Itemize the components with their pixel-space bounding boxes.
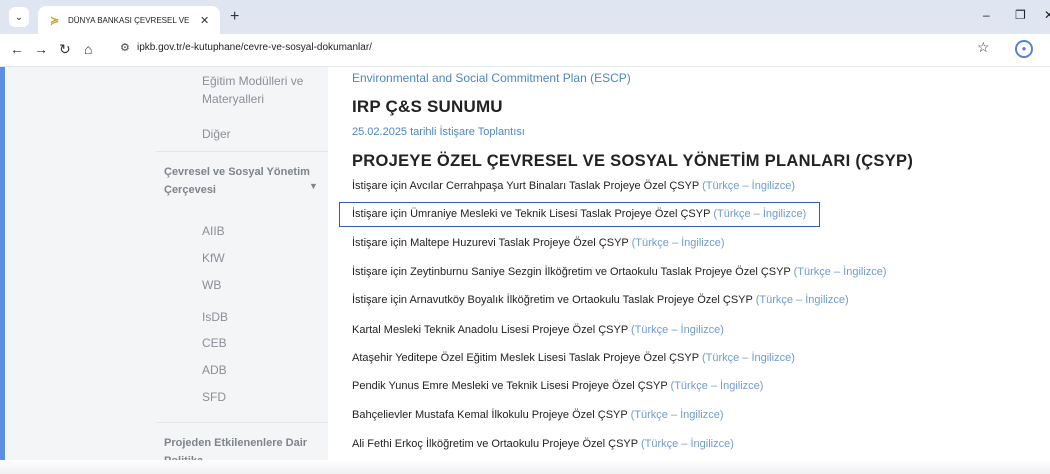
web-page: Eğitim Modülleri ve Materyalleri Diğer Ç…: [0, 67, 1050, 474]
language-links[interactable]: (Türkçe – İngilizce): [632, 237, 725, 249]
document-row: İstişare için Arnavutköy Boyalık İlköğre…: [352, 294, 849, 306]
highlighted-row-outline: [339, 202, 820, 227]
sidebar-item-egitim-line1[interactable]: Eğitim Modülleri ve: [202, 74, 303, 88]
new-tab-button[interactable]: +: [230, 8, 239, 26]
sidebar-item-wb[interactable]: WB: [202, 278, 221, 292]
page-bottom-fade: [0, 460, 1050, 474]
restore-icon[interactable]: ❐: [1015, 8, 1026, 22]
language-links[interactable]: (Türkçe – İngilizce): [702, 352, 795, 364]
sidebar-item-egitim-line2[interactable]: Materyalleri: [202, 92, 264, 106]
document-row: Bahçelievler Mustafa Kemal İlkokulu Proj…: [352, 409, 724, 421]
document-title: İstişare için Zeytinburnu Saniye Sezgin …: [352, 266, 791, 278]
back-arrow-icon[interactable]: ←: [10, 41, 24, 57]
sidebar-item-isdb[interactable]: IsDB: [202, 310, 228, 324]
sidebar-item-aiib[interactable]: AIIB: [202, 224, 225, 238]
home-icon[interactable]: ⌂: [84, 41, 92, 57]
istisare-date-link[interactable]: 25.02.2025 tarihli İstişare Toplantısı: [352, 126, 525, 138]
sidebar-group-cevresel[interactable]: Çevresel ve Sosyal Yönetim Çerçevesi: [164, 163, 314, 199]
section-heading-csyp: PROJEYE ÖZEL ÇEVRESEL VE SOSYAL YÖNETİM …: [352, 152, 914, 170]
sidebar-divider: [156, 151, 328, 152]
minimize-icon[interactable]: –: [983, 8, 990, 22]
document-title: İstişare için Arnavutköy Boyalık İlköğre…: [352, 294, 753, 306]
close-window-icon[interactable]: ✕: [1044, 8, 1050, 22]
document-title: Ali Fethi Erkoç İlköğretim ve Ortaokulu …: [352, 438, 638, 450]
sidebar-item-sfd[interactable]: SFD: [202, 390, 226, 404]
document-title: Bahçelievler Mustafa Kemal İlkokulu Proj…: [352, 409, 628, 421]
document-row: İstişare için Avcılar Cerrahpaşa Yurt Bi…: [352, 180, 795, 192]
language-links[interactable]: (Türkçe – İngilizce): [671, 380, 764, 392]
bookmark-star-icon[interactable]: ☆: [977, 39, 990, 56]
address-bar[interactable]: ⚙ ipkb.gov.tr/e-kutuphane/cevre-ve-sosya…: [113, 37, 1000, 61]
chevron-down-icon[interactable]: ▼: [309, 181, 318, 191]
escp-link[interactable]: Environmental and Social Commitment Plan…: [352, 71, 631, 85]
tab-title: DÜNYA BANKASI ÇEVRESEL VE: [68, 15, 190, 25]
site-favicon-icon: ≽: [50, 14, 60, 27]
forward-arrow-icon[interactable]: →: [34, 41, 48, 57]
profile-avatar-icon[interactable]: ●: [1015, 40, 1033, 58]
left-gutter: [5, 67, 150, 474]
reload-icon[interactable]: ↻: [59, 41, 71, 58]
document-row: Ataşehir Yeditepe Özel Eğitim Meslek Lis…: [352, 352, 795, 364]
sidebar: Eğitim Modülleri ve Materyalleri Diğer Ç…: [150, 67, 328, 474]
sidebar-divider: [156, 422, 328, 423]
sidebar-item-kfw[interactable]: KfW: [202, 251, 225, 265]
sidebar-item-diger[interactable]: Diğer: [202, 127, 231, 141]
tab-bar: ⌄ ≽ DÜNYA BANKASI ÇEVRESEL VE ✕ + – ❐ ✕: [0, 0, 1050, 34]
document-title: Kartal Mesleki Teknik Anadolu Lisesi Pro…: [352, 324, 628, 336]
document-title: Ataşehir Yeditepe Özel Eğitim Meslek Lis…: [352, 352, 699, 364]
site-info-icon[interactable]: ⚙: [120, 41, 130, 54]
document-row: Pendik Yunus Emre Mesleki ve Teknik Lise…: [352, 380, 763, 392]
url-text: ipkb.gov.tr/e-kutuphane/cevre-ve-sosyal-…: [137, 42, 372, 53]
browser-tab[interactable]: ≽ DÜNYA BANKASI ÇEVRESEL VE ✕: [38, 6, 220, 34]
sidebar-item-ceb[interactable]: CEB: [202, 336, 227, 350]
document-title: İstişare için Avcılar Cerrahpaşa Yurt Bi…: [352, 180, 700, 192]
language-links[interactable]: (Türkçe – İngilizce): [641, 438, 734, 450]
document-row: Ali Fethi Erkoç İlköğretim ve Ortaokulu …: [352, 438, 734, 450]
document-title: Pendik Yunus Emre Mesleki ve Teknik Lise…: [352, 380, 668, 392]
tab-search-button[interactable]: ⌄: [9, 7, 29, 27]
language-links[interactable]: (Türkçe – İngilizce): [631, 409, 724, 421]
language-links[interactable]: (Türkçe – İngilizce): [631, 324, 724, 336]
main-content: Environmental and Social Commitment Plan…: [352, 67, 1042, 474]
language-links[interactable]: (Türkçe – İngilizce): [756, 294, 849, 306]
document-row: İstişare için Zeytinburnu Saniye Sezgin …: [352, 266, 887, 278]
document-title: İstişare için Maltepe Huzurevi Taslak Pr…: [352, 237, 629, 249]
section-heading-irp: IRP Ç&S SUNUMU: [352, 97, 503, 116]
chevron-down-icon: ⌄: [14, 11, 24, 23]
close-tab-icon[interactable]: ✕: [200, 14, 209, 27]
sidebar-item-adb[interactable]: ADB: [202, 363, 227, 377]
language-links[interactable]: (Türkçe – İngilizce): [702, 180, 795, 192]
document-row: Kartal Mesleki Teknik Anadolu Lisesi Pro…: [352, 324, 724, 336]
document-row: İstişare için Maltepe Huzurevi Taslak Pr…: [352, 237, 725, 249]
language-links[interactable]: (Türkçe – İngilizce): [794, 266, 887, 278]
